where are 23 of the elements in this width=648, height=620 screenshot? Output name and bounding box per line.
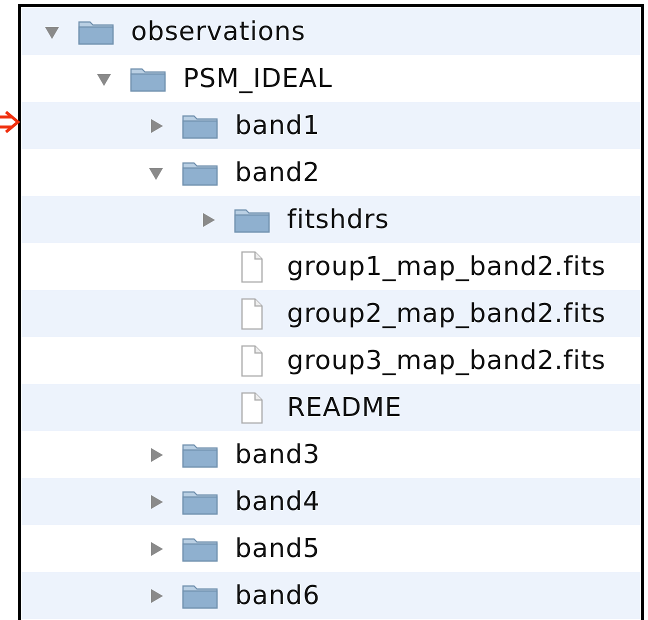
- disclosure-triangle-icon[interactable]: [148, 118, 164, 134]
- folder-name[interactable]: observations: [131, 16, 306, 46]
- document-icon: [239, 344, 265, 376]
- disclosure-triangle-icon[interactable]: [200, 212, 216, 228]
- file-name[interactable]: group3_map_band2.fits: [287, 346, 606, 376]
- folder-name[interactable]: band4: [235, 486, 320, 516]
- folder-name[interactable]: band3: [235, 440, 320, 470]
- disclosure-triangle-icon[interactable]: [148, 540, 164, 556]
- file-name[interactable]: README: [287, 392, 402, 422]
- disclosure-triangle-icon[interactable]: [148, 494, 164, 510]
- folder-name[interactable]: band1: [235, 110, 320, 140]
- disclosure-triangle-icon[interactable]: [148, 446, 164, 462]
- folder-name[interactable]: fitshdrs: [287, 204, 390, 234]
- folder-name[interactable]: band5: [235, 534, 320, 564]
- folder-name[interactable]: band6: [235, 580, 320, 610]
- folder-name[interactable]: PSM_IDEAL: [183, 64, 332, 94]
- document-icon: [239, 392, 265, 424]
- arrow-icon: [0, 110, 20, 134]
- document-icon: [239, 298, 265, 330]
- disclosure-triangle-icon[interactable]: [148, 588, 164, 604]
- document-icon: [239, 250, 265, 282]
- folder-name[interactable]: band2: [235, 158, 320, 188]
- file-name[interactable]: group1_map_band2.fits: [287, 252, 606, 282]
